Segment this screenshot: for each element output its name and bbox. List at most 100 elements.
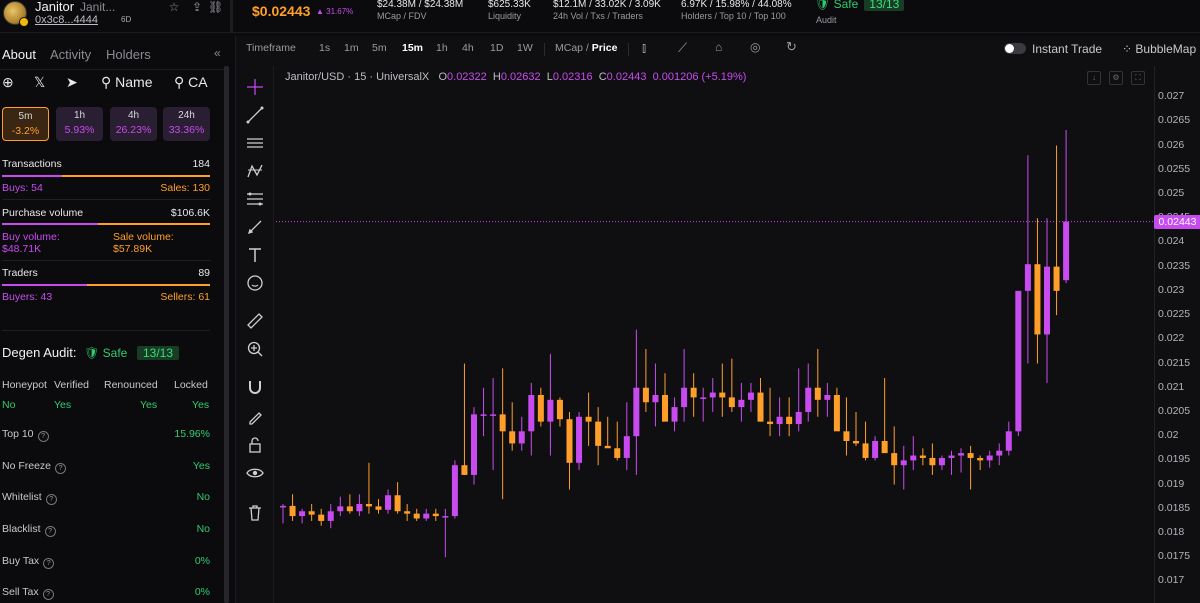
collapse-panel-icon[interactable]: « [214,46,221,60]
candle[interactable] [757,378,764,422]
candle[interactable] [728,358,735,412]
candle[interactable] [442,508,449,558]
candle[interactable] [862,421,869,461]
timeframe-1h[interactable]: 1h 5.93% [56,107,103,141]
refresh-icon[interactable]: ↻ [786,39,797,55]
globe-icon[interactable]: ⊕ [2,74,14,94]
ruler-icon[interactable] [246,312,264,330]
candle[interactable] [509,402,516,451]
interval-5m[interactable]: 5m [372,42,387,54]
candle[interactable] [719,363,726,417]
candle[interactable] [833,387,840,432]
bookmark-icon[interactable]: ⌂ [715,40,722,54]
candle[interactable] [471,407,477,485]
interval-15m[interactable]: 15m [402,42,423,54]
candle[interactable] [289,494,296,521]
candle[interactable] [881,378,888,454]
star-icon[interactable]: ☆ [167,0,181,14]
pattern-icon[interactable] [246,162,264,180]
candle[interactable] [404,503,411,521]
camera-icon[interactable]: ◎ [750,40,760,54]
interval-1h[interactable]: 1h [436,42,448,54]
interval-1s[interactable]: 1s [319,42,330,54]
help-icon[interactable]: ? [37,431,49,442]
candle[interactable] [958,448,965,473]
candle[interactable] [814,348,821,417]
mcap-option[interactable]: MCap [555,42,583,54]
candle[interactable] [528,382,535,456]
candle[interactable] [623,402,630,471]
share-icon[interactable]: ⇪ [190,0,204,14]
candle[interactable] [977,455,984,471]
token-address-link[interactable]: 0x3c8...4444 [35,14,98,26]
candle[interactable] [432,508,439,521]
candle[interactable] [843,397,850,456]
search-ca-button[interactable]: ⚲ CA [174,74,208,94]
candle[interactable] [318,508,325,526]
candle[interactable] [327,503,334,529]
text-icon[interactable] [246,246,264,264]
candle[interactable] [1024,155,1031,364]
candle[interactable] [996,443,1003,466]
candle[interactable] [375,499,382,514]
zoom-in-icon[interactable] [246,340,264,358]
candle[interactable] [681,348,688,422]
indicators-icon[interactable]: ⟋ [678,40,687,56]
candle[interactable] [547,353,554,456]
candle[interactable] [709,378,716,412]
crosshair-icon[interactable] [246,78,264,96]
candle[interactable] [1015,290,1022,437]
candle[interactable] [356,494,363,517]
interval-1d[interactable]: 1D [490,42,503,54]
candle[interactable] [451,460,458,519]
candle[interactable] [556,397,563,427]
help-icon[interactable]: ? [55,463,67,474]
candle[interactable] [1034,218,1041,364]
candle[interactable] [891,426,898,485]
mcap-price-toggle[interactable]: MCap / Price [555,42,617,54]
price-option[interactable]: Price [592,42,618,54]
x-twitter-icon[interactable]: 𝕏 [34,74,45,94]
eye-icon[interactable] [246,464,264,482]
tab-about[interactable]: About [2,47,36,62]
lock-icon[interactable] [246,436,264,454]
emoji-icon[interactable] [246,274,264,292]
magnet-icon[interactable] [246,378,264,396]
bubblemap-button[interactable]: ⁘ BubbleMap [1122,42,1196,56]
tab-holders[interactable]: Holders [106,47,151,62]
candle[interactable] [986,450,993,468]
candle[interactable] [280,503,286,524]
candle[interactable] [948,450,955,475]
candle[interactable] [747,382,754,412]
candle[interactable] [929,443,936,475]
candle[interactable] [767,387,774,437]
candle[interactable] [385,489,392,514]
candle[interactable] [337,496,344,517]
candle[interactable] [365,462,372,514]
candle[interactable] [604,416,611,449]
interval-1w[interactable]: 1W [517,42,533,54]
candle[interactable] [614,421,621,461]
help-icon[interactable]: ? [45,494,57,505]
candle[interactable] [662,373,668,422]
candle[interactable] [633,329,640,475]
candle[interactable] [671,397,678,432]
candle[interactable] [786,397,793,437]
candle[interactable] [1053,145,1060,316]
help-icon[interactable]: ? [43,558,55,569]
candle[interactable] [518,416,525,451]
candle[interactable] [413,508,420,521]
candle[interactable] [480,387,487,437]
instant-trade-toggle[interactable]: Instant Trade [1004,42,1102,56]
fib-icon[interactable] [246,190,264,208]
candle[interactable] [299,508,306,524]
candle[interactable] [776,397,783,437]
panel-scrollbar[interactable] [224,66,229,603]
search-name-button[interactable]: ⚲ Name [101,74,153,94]
lock-drawing-icon[interactable] [246,408,264,426]
help-icon[interactable]: ? [42,589,54,600]
candle[interactable] [576,411,583,471]
interval-4h[interactable]: 4h [462,42,474,54]
candle[interactable] [1005,421,1012,456]
candle[interactable] [795,368,802,432]
